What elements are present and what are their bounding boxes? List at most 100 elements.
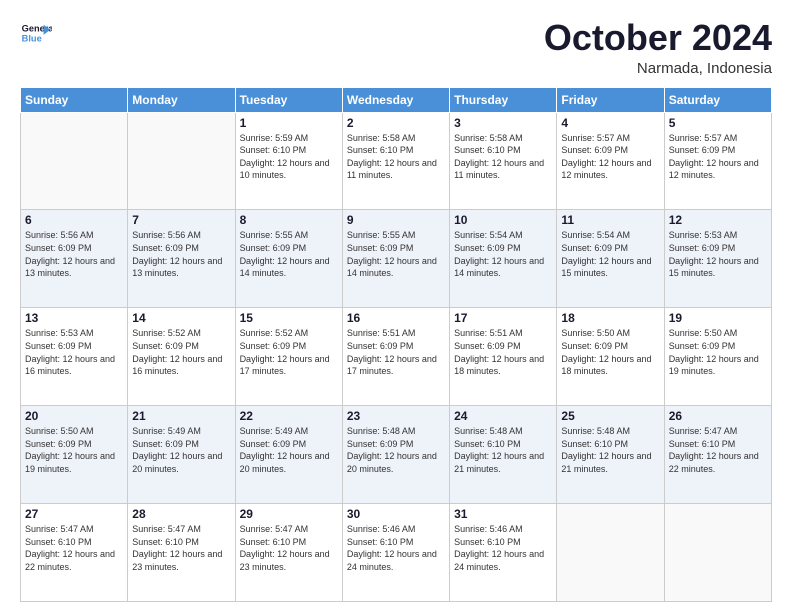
day-info: Sunrise: 5:47 AM Sunset: 6:10 PM Dayligh… bbox=[25, 523, 123, 573]
day-info: Sunrise: 5:52 AM Sunset: 6:09 PM Dayligh… bbox=[132, 327, 230, 377]
calendar-cell: 17 Sunrise: 5:51 AM Sunset: 6:09 PM Dayli… bbox=[450, 308, 557, 406]
day-number: 4 bbox=[561, 116, 659, 130]
day-info: Sunrise: 5:48 AM Sunset: 6:10 PM Dayligh… bbox=[454, 425, 552, 475]
calendar-week-1: 6 Sunrise: 5:56 AM Sunset: 6:09 PM Daylig… bbox=[21, 210, 772, 308]
day-info: Sunrise: 5:52 AM Sunset: 6:09 PM Dayligh… bbox=[240, 327, 338, 377]
day-info: Sunrise: 5:57 AM Sunset: 6:09 PM Dayligh… bbox=[669, 132, 767, 182]
day-number: 31 bbox=[454, 507, 552, 521]
calendar-cell: 27 Sunrise: 5:47 AM Sunset: 6:10 PM Dayli… bbox=[21, 504, 128, 602]
day-number: 22 bbox=[240, 409, 338, 423]
page: General Blue October 2024 Narmada, Indon… bbox=[0, 0, 792, 612]
col-tuesday: Tuesday bbox=[235, 87, 342, 112]
calendar-cell: 24 Sunrise: 5:48 AM Sunset: 6:10 PM Dayli… bbox=[450, 406, 557, 504]
calendar-cell: 11 Sunrise: 5:54 AM Sunset: 6:09 PM Dayli… bbox=[557, 210, 664, 308]
day-info: Sunrise: 5:49 AM Sunset: 6:09 PM Dayligh… bbox=[240, 425, 338, 475]
day-info: Sunrise: 5:55 AM Sunset: 6:09 PM Dayligh… bbox=[240, 229, 338, 279]
calendar-cell bbox=[664, 504, 771, 602]
calendar-cell: 31 Sunrise: 5:46 AM Sunset: 6:10 PM Dayli… bbox=[450, 504, 557, 602]
calendar-cell: 23 Sunrise: 5:48 AM Sunset: 6:09 PM Dayli… bbox=[342, 406, 449, 504]
day-info: Sunrise: 5:46 AM Sunset: 6:10 PM Dayligh… bbox=[454, 523, 552, 573]
col-saturday: Saturday bbox=[664, 87, 771, 112]
day-number: 17 bbox=[454, 311, 552, 325]
day-number: 27 bbox=[25, 507, 123, 521]
calendar-header-row: Sunday Monday Tuesday Wednesday Thursday… bbox=[21, 87, 772, 112]
col-sunday: Sunday bbox=[21, 87, 128, 112]
calendar-cell: 8Sunrise: 5:55 AM Sunset: 6:09 PM Daylig… bbox=[235, 210, 342, 308]
day-number: 24 bbox=[454, 409, 552, 423]
calendar-cell: 6 Sunrise: 5:56 AM Sunset: 6:09 PM Daylig… bbox=[21, 210, 128, 308]
day-number: 5 bbox=[669, 116, 767, 130]
calendar-cell bbox=[128, 112, 235, 210]
day-number: 14 bbox=[132, 311, 230, 325]
day-info: Sunrise: 5:49 AM Sunset: 6:09 PM Dayligh… bbox=[132, 425, 230, 475]
day-number: 28 bbox=[132, 507, 230, 521]
calendar-cell: 25Sunrise: 5:48 AM Sunset: 6:10 PM Dayli… bbox=[557, 406, 664, 504]
day-number: 1 bbox=[240, 116, 338, 130]
calendar-cell: 16 Sunrise: 5:51 AM Sunset: 6:09 PM Dayli… bbox=[342, 308, 449, 406]
calendar-cell: 18 Sunrise: 5:50 AM Sunset: 6:09 PM Dayli… bbox=[557, 308, 664, 406]
col-wednesday: Wednesday bbox=[342, 87, 449, 112]
day-info: Sunrise: 5:59 AM Sunset: 6:10 PM Dayligh… bbox=[240, 132, 338, 182]
calendar-cell: 15Sunrise: 5:52 AM Sunset: 6:09 PM Dayli… bbox=[235, 308, 342, 406]
day-number: 6 bbox=[25, 213, 123, 227]
calendar-cell: 19Sunrise: 5:50 AM Sunset: 6:09 PM Dayli… bbox=[664, 308, 771, 406]
title-block: October 2024 Narmada, Indonesia bbox=[544, 18, 772, 77]
day-info: Sunrise: 5:50 AM Sunset: 6:09 PM Dayligh… bbox=[561, 327, 659, 377]
day-number: 13 bbox=[25, 311, 123, 325]
calendar-cell: 26Sunrise: 5:47 AM Sunset: 6:10 PM Dayli… bbox=[664, 406, 771, 504]
day-info: Sunrise: 5:46 AM Sunset: 6:10 PM Dayligh… bbox=[347, 523, 445, 573]
day-number: 16 bbox=[347, 311, 445, 325]
day-info: Sunrise: 5:51 AM Sunset: 6:09 PM Dayligh… bbox=[454, 327, 552, 377]
location-subtitle: Narmada, Indonesia bbox=[544, 60, 772, 77]
calendar-cell: 21Sunrise: 5:49 AM Sunset: 6:09 PM Dayli… bbox=[128, 406, 235, 504]
calendar-cell: 9 Sunrise: 5:55 AM Sunset: 6:09 PM Daylig… bbox=[342, 210, 449, 308]
day-number: 25 bbox=[561, 409, 659, 423]
day-number: 23 bbox=[347, 409, 445, 423]
col-friday: Friday bbox=[557, 87, 664, 112]
calendar-week-3: 20 Sunrise: 5:50 AM Sunset: 6:09 PM Dayli… bbox=[21, 406, 772, 504]
header: General Blue October 2024 Narmada, Indon… bbox=[20, 18, 772, 77]
day-info: Sunrise: 5:56 AM Sunset: 6:09 PM Dayligh… bbox=[132, 229, 230, 279]
svg-text:Blue: Blue bbox=[22, 34, 42, 44]
day-info: Sunrise: 5:54 AM Sunset: 6:09 PM Dayligh… bbox=[561, 229, 659, 279]
calendar-cell: 12Sunrise: 5:53 AM Sunset: 6:09 PM Dayli… bbox=[664, 210, 771, 308]
day-info: Sunrise: 5:51 AM Sunset: 6:09 PM Dayligh… bbox=[347, 327, 445, 377]
calendar-cell: 29 Sunrise: 5:47 AM Sunset: 6:10 PM Dayli… bbox=[235, 504, 342, 602]
day-number: 10 bbox=[454, 213, 552, 227]
day-number: 20 bbox=[25, 409, 123, 423]
day-number: 9 bbox=[347, 213, 445, 227]
calendar-cell: 10 Sunrise: 5:54 AM Sunset: 6:09 PM Dayli… bbox=[450, 210, 557, 308]
day-info: Sunrise: 5:50 AM Sunset: 6:09 PM Dayligh… bbox=[25, 425, 123, 475]
day-number: 2 bbox=[347, 116, 445, 130]
day-info: Sunrise: 5:57 AM Sunset: 6:09 PM Dayligh… bbox=[561, 132, 659, 182]
calendar-cell: 13Sunrise: 5:53 AM Sunset: 6:09 PM Dayli… bbox=[21, 308, 128, 406]
day-info: Sunrise: 5:58 AM Sunset: 6:10 PM Dayligh… bbox=[347, 132, 445, 182]
day-info: Sunrise: 5:47 AM Sunset: 6:10 PM Dayligh… bbox=[132, 523, 230, 573]
day-number: 7 bbox=[132, 213, 230, 227]
calendar-week-4: 27 Sunrise: 5:47 AM Sunset: 6:10 PM Dayli… bbox=[21, 504, 772, 602]
day-info: Sunrise: 5:48 AM Sunset: 6:09 PM Dayligh… bbox=[347, 425, 445, 475]
day-number: 11 bbox=[561, 213, 659, 227]
day-info: Sunrise: 5:54 AM Sunset: 6:09 PM Dayligh… bbox=[454, 229, 552, 279]
col-monday: Monday bbox=[128, 87, 235, 112]
calendar-cell: 3Sunrise: 5:58 AM Sunset: 6:10 PM Daylig… bbox=[450, 112, 557, 210]
day-info: Sunrise: 5:53 AM Sunset: 6:09 PM Dayligh… bbox=[669, 229, 767, 279]
col-thursday: Thursday bbox=[450, 87, 557, 112]
calendar-cell bbox=[557, 504, 664, 602]
day-number: 30 bbox=[347, 507, 445, 521]
calendar-cell: 2 Sunrise: 5:58 AM Sunset: 6:10 PM Daylig… bbox=[342, 112, 449, 210]
calendar-cell: 30 Sunrise: 5:46 AM Sunset: 6:10 PM Dayli… bbox=[342, 504, 449, 602]
calendar-week-2: 13Sunrise: 5:53 AM Sunset: 6:09 PM Dayli… bbox=[21, 308, 772, 406]
day-info: Sunrise: 5:58 AM Sunset: 6:10 PM Dayligh… bbox=[454, 132, 552, 182]
calendar-cell: 4 Sunrise: 5:57 AM Sunset: 6:09 PM Daylig… bbox=[557, 112, 664, 210]
day-number: 29 bbox=[240, 507, 338, 521]
day-info: Sunrise: 5:47 AM Sunset: 6:10 PM Dayligh… bbox=[240, 523, 338, 573]
calendar-cell: 20 Sunrise: 5:50 AM Sunset: 6:09 PM Dayli… bbox=[21, 406, 128, 504]
day-info: Sunrise: 5:55 AM Sunset: 6:09 PM Dayligh… bbox=[347, 229, 445, 279]
day-info: Sunrise: 5:56 AM Sunset: 6:09 PM Dayligh… bbox=[25, 229, 123, 279]
calendar-cell: 22 Sunrise: 5:49 AM Sunset: 6:09 PM Dayli… bbox=[235, 406, 342, 504]
calendar-cell: 28 Sunrise: 5:47 AM Sunset: 6:10 PM Dayli… bbox=[128, 504, 235, 602]
day-number: 18 bbox=[561, 311, 659, 325]
calendar-table: Sunday Monday Tuesday Wednesday Thursday… bbox=[20, 87, 772, 602]
calendar-cell: 1 Sunrise: 5:59 AM Sunset: 6:10 PM Daylig… bbox=[235, 112, 342, 210]
